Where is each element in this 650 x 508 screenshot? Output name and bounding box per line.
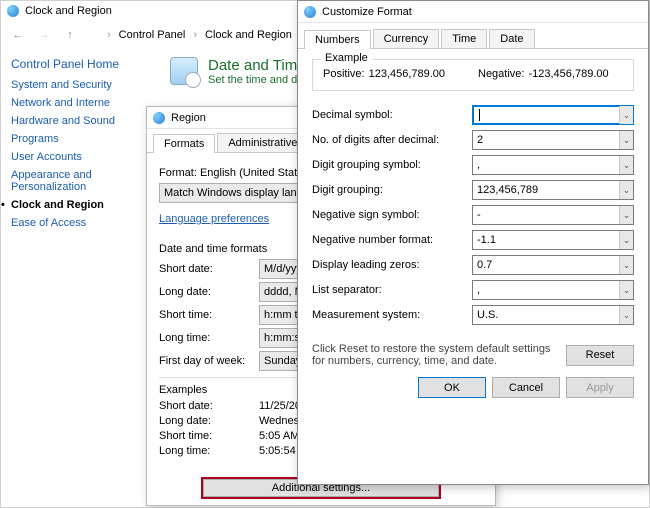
- positive-value: 123,456,789.00: [369, 68, 445, 80]
- chevron-down-icon: ⌄: [619, 156, 633, 174]
- ok-button[interactable]: OK: [418, 377, 486, 398]
- up-icon[interactable]: ↑: [61, 26, 79, 44]
- tab-administrative[interactable]: Administrative: [217, 133, 308, 152]
- sidebar-item-hardware[interactable]: Hardware and Sound: [11, 115, 146, 127]
- crumb-control-panel[interactable]: Control Panel: [119, 29, 186, 41]
- chevron-right-icon: ›: [193, 29, 197, 41]
- measurement-system-combo[interactable]: U.S.⌄: [472, 305, 634, 325]
- cf-titlebar: Customize Format: [298, 1, 648, 23]
- apply-button[interactable]: Apply: [566, 377, 634, 398]
- sidebar-item-appearance[interactable]: Appearance andPersonalization: [11, 169, 146, 193]
- list-separator-combo[interactable]: ,⌄: [472, 280, 634, 300]
- globe-icon: [153, 112, 165, 124]
- leading-zeros-label: Display leading zeros:: [312, 259, 472, 271]
- language-preferences-link[interactable]: Language preferences: [159, 213, 269, 225]
- customize-format-dialog: Customize Format Numbers Currency Time D…: [297, 0, 649, 485]
- sidebar-item-users[interactable]: User Accounts: [11, 151, 146, 163]
- chevron-down-icon: ⌄: [619, 131, 633, 149]
- grouping-symbol-combo[interactable]: ,⌄: [472, 155, 634, 175]
- first-day-label: First day of week:: [159, 355, 259, 367]
- long-time-label: Long time:: [159, 332, 259, 344]
- negative-format-combo[interactable]: -1.1⌄: [472, 230, 634, 250]
- tab-currency[interactable]: Currency: [373, 29, 440, 48]
- datetime-subtext: Set the time and da: [208, 74, 306, 86]
- datetime-icon: [170, 57, 198, 85]
- cf-title: Customize Format: [322, 6, 412, 18]
- chevron-down-icon: ⌄: [619, 106, 633, 124]
- sidebar-item-ease[interactable]: Ease of Access: [11, 217, 146, 229]
- sidebar-item-network[interactable]: Network and Interne: [11, 97, 146, 109]
- tab-numbers[interactable]: Numbers: [304, 30, 371, 49]
- cf-example-group: Example Positive:123,456,789.00 Negative…: [312, 59, 634, 91]
- chevron-down-icon: ⌄: [619, 206, 633, 224]
- crumb-clock-region[interactable]: Clock and Region: [205, 29, 292, 41]
- rg-title: Region: [171, 112, 206, 124]
- text-cursor: [479, 109, 480, 121]
- cf-tabs: Numbers Currency Time Date: [298, 23, 648, 49]
- back-icon[interactable]: ←: [9, 26, 27, 44]
- cancel-button[interactable]: Cancel: [492, 377, 560, 398]
- positive-label: Positive:: [323, 68, 365, 80]
- chevron-down-icon: ⌄: [619, 181, 633, 199]
- ex-short-date-k: Short date:: [159, 400, 259, 412]
- short-time-label: Short time:: [159, 309, 259, 321]
- ex-long-time-k: Long time:: [159, 445, 259, 457]
- globe-icon: [304, 6, 316, 18]
- ex-short-time-k: Short time:: [159, 430, 259, 442]
- negative-sign-label: Negative sign symbol:: [312, 209, 472, 221]
- sidebar-header[interactable]: Control Panel Home: [11, 57, 146, 71]
- cr-sidebar: Control Panel Home System and Security N…: [1, 49, 156, 507]
- sidebar-item-system[interactable]: System and Security: [11, 79, 146, 91]
- chevron-down-icon: ⌄: [619, 281, 633, 299]
- chevron-down-icon: ⌄: [619, 256, 633, 274]
- grouping-symbol-label: Digit grouping symbol:: [312, 159, 472, 171]
- globe-icon: [87, 29, 99, 41]
- sidebar-item-clock-region[interactable]: Clock and Region: [11, 199, 146, 211]
- tab-formats[interactable]: Formats: [153, 134, 215, 153]
- negative-value: -123,456,789.00: [528, 68, 608, 80]
- ex-long-date-k: Long date:: [159, 415, 259, 427]
- cr-title: Clock and Region: [25, 5, 112, 17]
- datetime-heading[interactable]: Date and Time: [208, 57, 306, 74]
- digits-after-label: No. of digits after decimal:: [312, 134, 472, 146]
- digit-grouping-label: Digit grouping:: [312, 184, 472, 196]
- reset-button[interactable]: Reset: [566, 345, 634, 366]
- leading-zeros-combo[interactable]: 0.7⌄: [472, 255, 634, 275]
- chevron-down-icon: ⌄: [619, 306, 633, 324]
- list-separator-label: List separator:: [312, 284, 472, 296]
- tab-time[interactable]: Time: [441, 29, 487, 48]
- cf-example-legend: Example: [321, 52, 372, 64]
- decimal-symbol-combo[interactable]: ⌄: [472, 105, 634, 125]
- chevron-right-icon: ›: [107, 29, 111, 41]
- reset-description: Click Reset to restore the system defaul…: [312, 343, 554, 367]
- forward-icon: →: [35, 26, 53, 44]
- short-date-label: Short date:: [159, 263, 259, 275]
- tab-date[interactable]: Date: [489, 29, 534, 48]
- sidebar-item-programs[interactable]: Programs: [11, 133, 146, 145]
- chevron-down-icon: ⌄: [619, 231, 633, 249]
- digit-grouping-combo[interactable]: 123,456,789⌄: [472, 180, 634, 200]
- negative-sign-combo[interactable]: -⌄: [472, 205, 634, 225]
- decimal-symbol-label: Decimal symbol:: [312, 109, 472, 121]
- negative-format-label: Negative number format:: [312, 234, 472, 246]
- globe-icon: [7, 5, 19, 17]
- measurement-system-label: Measurement system:: [312, 309, 472, 321]
- negative-label: Negative:: [478, 68, 524, 80]
- long-date-label: Long date:: [159, 286, 259, 298]
- digits-after-combo[interactable]: 2⌄: [472, 130, 634, 150]
